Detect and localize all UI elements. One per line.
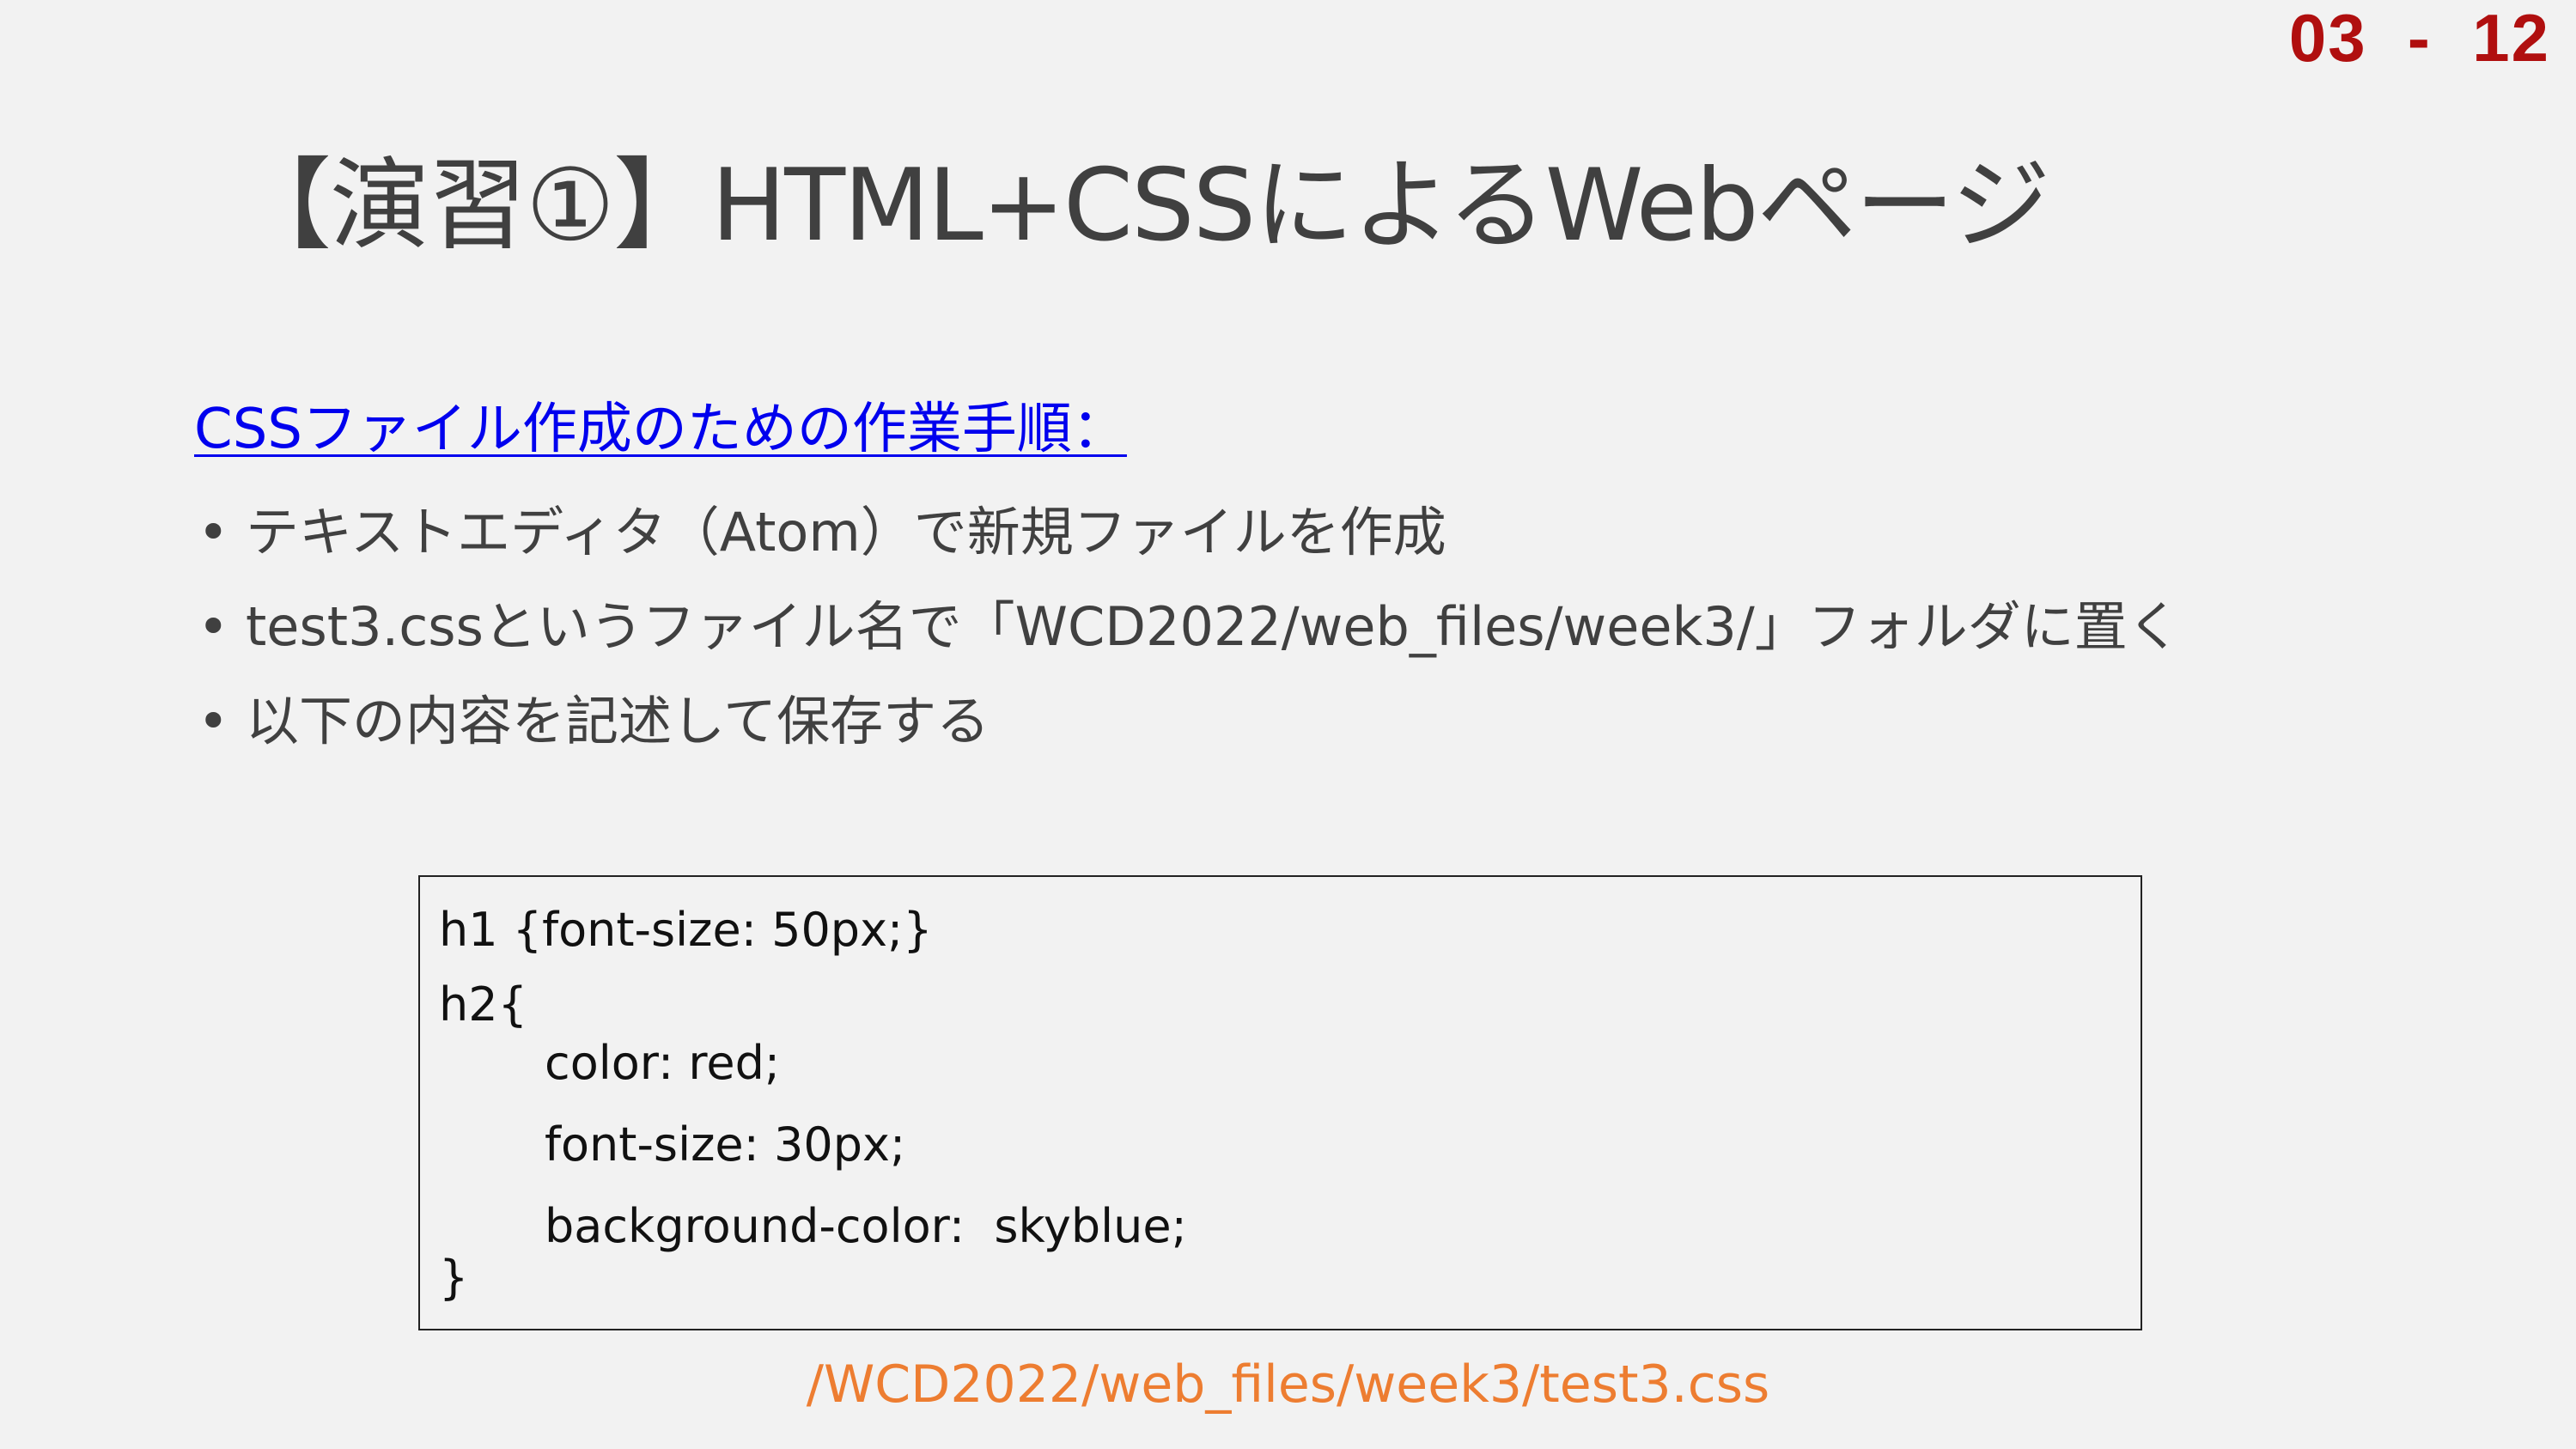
bullet-icon: • <box>198 595 229 658</box>
slide-title: 【演習①】HTML+CSSによるWebページ <box>232 148 2050 264</box>
list-item: • 以下の内容を記述して保存する <box>194 674 2427 769</box>
bullet-icon: • <box>198 501 229 563</box>
file-path-caption: /WCD2022/web_files/week3/test3.css <box>806 1355 1770 1415</box>
list-item-text: test3.cssというファイル名で「WCD2022/web_files/wee… <box>246 595 2181 658</box>
bullet-icon: • <box>198 690 229 752</box>
code-line-h2-open: h2{ <box>439 977 527 1032</box>
code-line-h1: h1 {font-size: 50px;} <box>439 903 933 957</box>
list-item-text: 以下の内容を記述して保存する <box>246 690 990 752</box>
list-item-text: テキストエディタ（Atom）で新規ファイルを作成 <box>246 501 1446 563</box>
code-line-color: color: red; <box>545 1036 781 1090</box>
code-line-font-size: font-size: 30px; <box>545 1117 906 1172</box>
list-item: • テキストエディタ（Atom）で新規ファイルを作成 <box>194 485 2427 580</box>
list-item: • test3.cssというファイル名で「WCD2022/web_files/w… <box>194 580 2445 674</box>
code-line-close: } <box>439 1251 469 1305</box>
instruction-list: • テキストエディタ（Atom）で新規ファイルを作成 • test3.cssとい… <box>194 485 2427 769</box>
code-line-background-color: background-color: skyblue; <box>545 1199 1187 1253</box>
section-link[interactable]: CSSファイル作成のための作業手順： <box>194 391 1127 468</box>
code-box: h1 {font-size: 50px;} h2{ color: red; fo… <box>418 875 2142 1330</box>
page-number: 03 - 12 <box>2288 0 2550 76</box>
